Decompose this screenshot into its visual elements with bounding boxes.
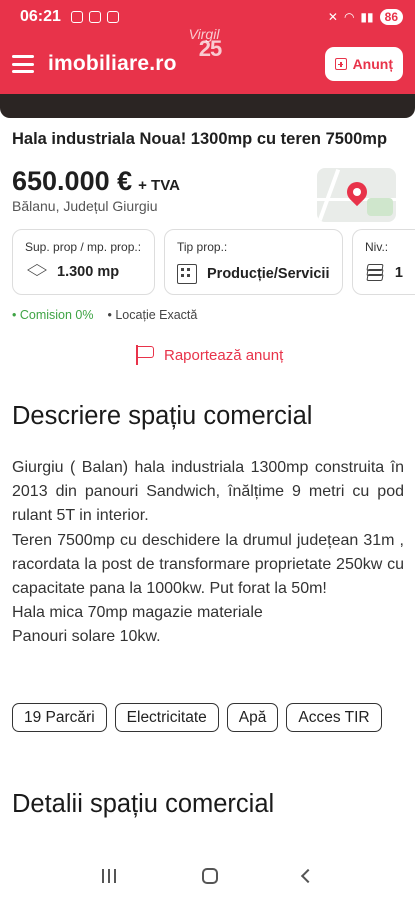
area-icon: [25, 266, 47, 278]
spec-label: Sup. prop / mp. prop.:: [25, 240, 142, 254]
hamburger-menu-icon[interactable]: [12, 55, 34, 73]
system-navigation-bar: [0, 852, 415, 900]
description-line: Hala mica 70mp magazie materiale: [12, 604, 263, 622]
layers-icon: [365, 264, 385, 282]
tag-water: Apă: [226, 703, 279, 732]
battery-indicator: 86: [379, 9, 403, 25]
map-thumbnail[interactable]: [317, 168, 396, 222]
description-line: Teren 7500mp cu deschidere la drumul jud…: [12, 531, 404, 598]
mute-icon: ✕: [327, 10, 338, 24]
announce-label: Anunț: [352, 56, 393, 72]
flag-icon: [134, 345, 156, 365]
price: 650.000 €: [12, 166, 133, 196]
spec-card-area: Sup. prop / mp. prop.: 1.300 mp: [12, 229, 155, 295]
spec-value: 1: [394, 265, 403, 281]
cloud-icon: [70, 11, 83, 23]
tag-parking: 19 Parcări: [12, 703, 107, 732]
listing-flags: • Comision 0% • Locație Exactă: [12, 308, 197, 322]
add-announcement-button[interactable]: Anunț: [324, 47, 403, 81]
app-header: imobiliare.ro Virgil 25 Anunț: [0, 26, 415, 94]
spec-card-level: Niv.: 1: [352, 229, 415, 295]
report-listing-link[interactable]: Raportează anunț: [134, 345, 283, 365]
amenity-tags: 19 Parcări Electricitate Apă Acces TIR: [12, 703, 404, 732]
logo-text: imobiliare.ro: [48, 52, 177, 75]
spec-label: Tip prop.:: [177, 240, 228, 254]
report-label: Raportează anunț: [164, 346, 284, 364]
site-logo[interactable]: imobiliare.ro: [48, 52, 177, 76]
home-icon[interactable]: [202, 868, 219, 884]
back-icon[interactable]: [300, 868, 315, 884]
notification-icons: [70, 11, 119, 23]
spec-value: 1.300 mp: [57, 264, 120, 280]
calendar-icon: [106, 11, 119, 23]
listing-title: Hala industriala Noua! 1300mp cu teren 7…: [12, 130, 388, 148]
spec-value: Producție/Servicii: [207, 266, 330, 282]
status-time: 06:21: [20, 8, 61, 25]
details-heading: Detalii spațiu comercial: [12, 790, 275, 818]
recent-apps-icon[interactable]: [102, 869, 118, 883]
spec-card-type: Tip prop.: Producție/Servicii: [164, 229, 343, 295]
building-icon: [177, 264, 197, 284]
description-line: Giurgiu ( Balan) hala industriala 1300mp…: [12, 459, 404, 525]
spec-label: Niv.:: [365, 240, 389, 254]
description-text: Giurgiu ( Balan) hala industriala 1300mp…: [12, 456, 404, 650]
vat-label: + TVA: [138, 177, 180, 194]
tag-truck-access: Acces TIR: [286, 703, 382, 732]
commission-flag: • Comision 0%: [12, 308, 94, 322]
description-heading: Descriere spațiu comercial: [12, 402, 313, 430]
gallery-icon: [88, 11, 101, 23]
photo-gallery[interactable]: [0, 94, 415, 118]
system-icons: ✕ ◠ ▮▮ 86: [328, 9, 403, 25]
wifi-icon: ◠: [343, 10, 355, 24]
price-row: 650.000 € + TVA: [12, 166, 180, 197]
tag-electricity: Electricitate: [114, 703, 219, 732]
plus-icon: [334, 58, 347, 70]
signal-icon: ▮▮: [360, 10, 374, 24]
description-line: Panouri solare 10kw.: [12, 628, 161, 646]
exact-location-flag: • Locație Exactă: [107, 308, 198, 322]
location: Bălanu, Județul Giurgiu: [12, 198, 158, 214]
anniversary-badge: Virgil 25: [180, 26, 240, 70]
